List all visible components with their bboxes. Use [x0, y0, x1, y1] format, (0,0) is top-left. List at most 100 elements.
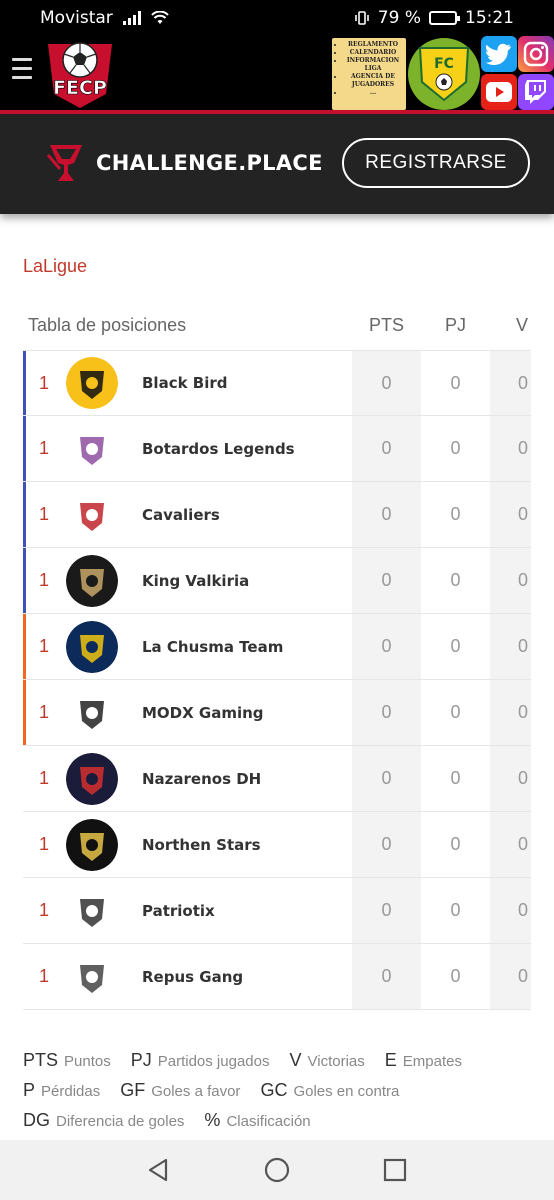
- pj-cell: 0: [450, 834, 461, 854]
- position-cell: 1: [38, 438, 49, 458]
- pts-cell: 0: [352, 746, 421, 811]
- table-row[interactable]: 1 MODX Gaming 0 0 0: [23, 680, 531, 746]
- column-header-v[interactable]: V: [490, 315, 531, 336]
- pts-cell: 0: [352, 812, 421, 877]
- v-cell: 0: [490, 482, 531, 547]
- pts-cell: 0: [352, 416, 421, 481]
- v-cell: 0: [490, 944, 531, 1009]
- challenge-bar: CHALLENGE.PLACE REGISTRARSE: [0, 114, 554, 214]
- legend-item: PJ Partidos jugados: [131, 1046, 270, 1076]
- pts-cell: 0: [352, 482, 421, 547]
- clock: 15:21: [465, 8, 514, 28]
- pj-cell: 0: [450, 702, 461, 722]
- pts-cell: 0: [352, 351, 421, 415]
- patriotix-crest-icon[interactable]: [66, 884, 118, 937]
- legend-label: Pérdidas: [41, 1083, 101, 1100]
- position-cell: 1: [38, 834, 49, 854]
- cavs-crest-icon[interactable]: [66, 488, 118, 541]
- legend-label: Puntos: [64, 1053, 111, 1070]
- pj-cell: 0: [450, 900, 461, 920]
- twitter-icon[interactable]: [481, 36, 517, 72]
- back-icon[interactable]: [144, 1155, 174, 1185]
- instagram-icon[interactable]: [518, 36, 554, 72]
- pts-cell: 0: [352, 614, 421, 679]
- tiger-crest-icon[interactable]: [66, 950, 118, 1003]
- team-name[interactable]: Cavaliers: [118, 506, 352, 524]
- fc-badge[interactable]: FC: [408, 38, 480, 110]
- legend-label: Goles en contra: [293, 1083, 400, 1100]
- table-row[interactable]: 1 Northen Stars 0 0 0: [23, 812, 531, 878]
- fecp-logo[interactable]: FECP: [40, 38, 120, 110]
- table-title: Tabla de posiciones: [28, 314, 187, 335]
- menu-icon[interactable]: [12, 58, 32, 88]
- legend-label: Diferencia de goles: [56, 1113, 185, 1130]
- youtube-icon[interactable]: [481, 74, 517, 110]
- zone-indicator: [23, 548, 26, 613]
- team-name[interactable]: Black Bird: [118, 374, 352, 392]
- vibrate-icon: [354, 11, 369, 25]
- league-title[interactable]: LaLigue: [23, 256, 87, 277]
- register-button[interactable]: REGISTRARSE: [342, 138, 530, 188]
- pj-cell: 0: [450, 372, 461, 393]
- legend-item: V Victorias: [289, 1046, 364, 1076]
- position-cell: 1: [38, 900, 49, 920]
- table-row[interactable]: 1 Repus Gang 0 0 0: [23, 944, 531, 1010]
- team-name[interactable]: Patriotix: [118, 902, 352, 920]
- crown-crest-icon[interactable]: [66, 422, 118, 475]
- table-header: Tabla de posiciones PTS PJ V: [23, 300, 531, 350]
- team-name[interactable]: King Valkiria: [118, 572, 352, 590]
- table-row[interactable]: 1 King Valkiria 0 0 0: [23, 548, 531, 614]
- challenge-place-text: CHALLENGE.PLACE: [96, 151, 323, 175]
- legend-item: % Clasificación: [204, 1106, 310, 1136]
- team-name[interactable]: Nazarenos DH: [118, 770, 352, 788]
- valkiria-crest-icon[interactable]: [66, 554, 118, 607]
- zone-indicator: [23, 878, 26, 943]
- carrier-name: Movistar: [40, 8, 113, 28]
- legend-item: E Empates: [385, 1046, 462, 1076]
- table-row[interactable]: 1 Patriotix 0 0 0: [23, 878, 531, 944]
- info-banner[interactable]: REGLAMENTOCALENDARIOINFORMACION LIGAAGEN…: [332, 38, 406, 110]
- nazarenos-crest-icon[interactable]: [66, 752, 118, 805]
- team-name[interactable]: MODX Gaming: [118, 704, 352, 722]
- legend-abbr: %: [204, 1110, 221, 1130]
- team-name[interactable]: Repus Gang: [118, 968, 352, 986]
- trophy-icon: [46, 145, 82, 181]
- table-row[interactable]: 1 Botardos Legends 0 0 0: [23, 416, 531, 482]
- position-cell: 1: [38, 570, 49, 590]
- legend-abbr: E: [384, 1050, 397, 1070]
- pts-cell: 0: [352, 548, 421, 613]
- system-nav-bar: [0, 1140, 554, 1200]
- home-icon[interactable]: [262, 1155, 292, 1185]
- position-cell: 1: [38, 702, 49, 722]
- zone-indicator: [23, 416, 26, 481]
- legend-label: Victorias: [307, 1053, 365, 1070]
- banner-item: REGLAMENTO: [344, 41, 402, 49]
- column-header-pj[interactable]: PJ: [421, 315, 490, 336]
- twitch-icon[interactable]: [518, 74, 554, 110]
- legend-item: GF Goles a favor: [120, 1076, 240, 1106]
- team-name[interactable]: La Chusma Team: [118, 638, 352, 656]
- legend-abbr: V: [289, 1050, 302, 1070]
- column-header-pts[interactable]: PTS: [352, 315, 421, 336]
- v-cell: 0: [490, 680, 531, 745]
- legend-abbr: GC: [260, 1080, 288, 1100]
- table-row[interactable]: 1 Cavaliers 0 0 0: [23, 482, 531, 548]
- zone-indicator: [23, 746, 26, 811]
- table-row[interactable]: 1 Nazarenos DH 0 0 0: [23, 746, 531, 812]
- abbreviation-legend: PTS Puntos PJ Partidos jugados V Victorias E Em…: [23, 1046, 543, 1136]
- recents-icon[interactable]: [380, 1155, 410, 1185]
- table-row[interactable]: 1 La Chusma Team 0 0 0: [23, 614, 531, 680]
- position-cell: 1: [38, 372, 49, 393]
- eagle-crest-icon[interactable]: [66, 686, 118, 739]
- stars-crest-icon[interactable]: [66, 818, 118, 871]
- pts-cell: 0: [352, 680, 421, 745]
- bird-crest-icon[interactable]: [66, 357, 118, 409]
- banner-item: ...: [344, 89, 402, 97]
- chusma-crest-icon[interactable]: [66, 620, 118, 673]
- table-row[interactable]: 1 Black Bird 0 0 0: [23, 350, 531, 416]
- team-name[interactable]: Northen Stars: [118, 836, 352, 854]
- legend-label: Partidos jugados: [157, 1053, 270, 1070]
- team-name[interactable]: Botardos Legends: [118, 440, 352, 458]
- legend-label: Clasificación: [226, 1113, 311, 1130]
- challenge-place-logo[interactable]: CHALLENGE.PLACE: [46, 141, 323, 185]
